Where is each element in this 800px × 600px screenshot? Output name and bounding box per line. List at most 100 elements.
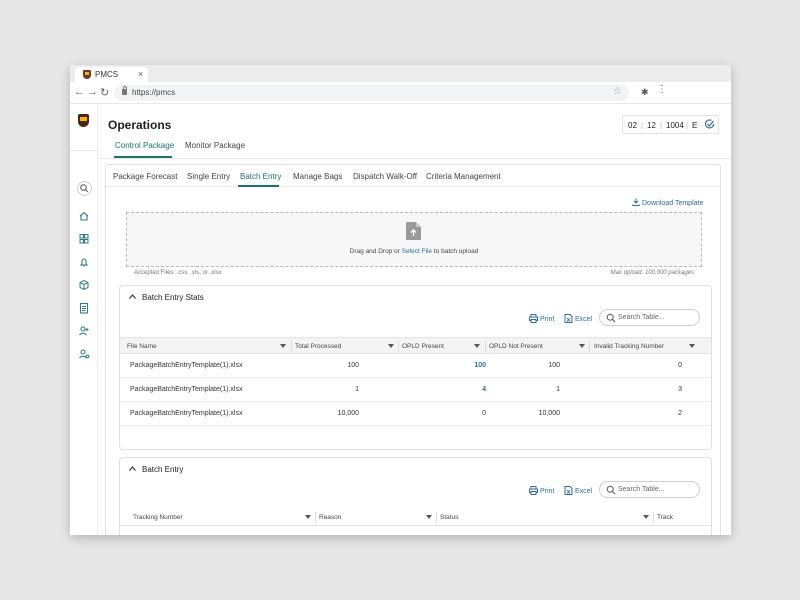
close-tab-icon[interactable]: × — [138, 69, 143, 79]
date-selector[interactable]: 02 | 12 | 1004 | E — [622, 115, 719, 134]
tab-control-package[interactable]: Control Package — [115, 141, 174, 150]
tab-batch-entry[interactable]: Batch Entry — [240, 172, 281, 181]
tab-dispatch-walk-off[interactable]: Dispatch Walk-Off — [353, 172, 417, 181]
cell-opld-present[interactable]: 100 — [474, 362, 486, 369]
tab-monitor-package[interactable]: Monitor Package — [185, 141, 245, 150]
excel-file-icon — [564, 314, 573, 323]
select-file-link[interactable]: Select File — [402, 248, 432, 255]
bookmark-star-icon[interactable]: ☆ — [613, 86, 622, 97]
confirm-check-icon[interactable] — [704, 118, 715, 131]
browser-window: PMCS × ← → ↻ https://pmcs ☆ ✱ ⋮ Operatio… — [70, 65, 731, 535]
browser-menu-icon[interactable]: ⋮ — [657, 85, 667, 95]
search-placeholder: Search Table... — [618, 314, 665, 321]
search-icon — [606, 485, 616, 495]
page-title: Operations — [108, 118, 172, 132]
table-row[interactable]: PackageBatchEntryTemplate(1).xlsx 100 10… — [120, 354, 711, 378]
print-label: Print — [540, 316, 555, 323]
active-subtab-indicator — [238, 185, 279, 187]
browser-toolbar: ← → ↻ https://pmcs ☆ ✱ ⋮ — [70, 82, 731, 104]
cell-opld-present[interactable]: 4 — [482, 386, 486, 393]
ups-favicon-icon — [83, 70, 91, 79]
sort-caret-icon[interactable] — [305, 515, 311, 519]
col-track[interactable]: Track — [657, 514, 673, 521]
chevron-up-icon[interactable] — [129, 466, 136, 471]
batch-entry-stats-section: Batch Entry Stats Print Excel Search Tab… — [119, 285, 712, 450]
bell-icon[interactable] — [76, 255, 92, 269]
browser-tab-title: PMCS — [95, 70, 119, 79]
extensions-icon[interactable]: ✱ — [641, 87, 649, 98]
reload-icon[interactable]: ↻ — [100, 86, 109, 99]
cell-opld-present: 0 — [482, 410, 486, 417]
browser-tabstrip: PMCS × — [70, 65, 731, 82]
sort-caret-icon[interactable] — [579, 344, 585, 348]
col-reason[interactable]: Reason — [319, 514, 341, 521]
cell-invalid-tracking: 2 — [678, 410, 682, 417]
col-tracking-number[interactable]: Tracking Number — [133, 514, 183, 521]
cell-file-name: PackageBatchEntryTemplate(1).xlsx — [130, 362, 243, 369]
table-search-input[interactable]: Search Table... — [599, 481, 700, 498]
arrow-left-icon[interactable]: ← — [74, 86, 85, 98]
tab-single-entry[interactable]: Single Entry — [187, 172, 230, 181]
sort-caret-icon[interactable] — [643, 515, 649, 519]
col-opld-not-present[interactable]: OPLD Not Present — [489, 343, 543, 350]
cell-opld-not-present: 1 — [556, 386, 560, 393]
download-template-link[interactable]: Download Template — [632, 198, 703, 207]
package-icon[interactable] — [76, 278, 92, 292]
print-label: Print — [540, 488, 555, 495]
table-row[interactable]: PackageBatchEntryTemplate(1).xlsx 1 4 1 … — [120, 378, 711, 402]
arrow-right-icon[interactable]: → — [87, 86, 98, 98]
dashboard-icon[interactable] — [76, 232, 92, 246]
browser-tab[interactable]: PMCS × — [75, 67, 148, 82]
date-separator: | — [660, 121, 663, 130]
print-button[interactable]: Print — [529, 486, 554, 495]
col-total-processed[interactable]: Total Processed — [295, 343, 341, 350]
file-upload-icon — [406, 222, 421, 240]
col-file-name[interactable]: File Name — [127, 343, 157, 350]
excel-button[interactable]: Excel — [564, 486, 592, 495]
col-status[interactable]: Status — [440, 514, 458, 521]
download-template-label: Download Template — [642, 200, 704, 207]
sort-caret-icon[interactable] — [426, 515, 432, 519]
app-sidebar — [70, 104, 98, 535]
ups-logo[interactable] — [78, 114, 89, 127]
print-button[interactable]: Print — [529, 314, 554, 323]
tab-manage-bags[interactable]: Manage Bags — [293, 172, 342, 181]
drop-zone-text: Drag and Drop or Select File to batch up… — [127, 248, 701, 255]
excel-label: Excel — [575, 488, 593, 495]
search-icon — [606, 313, 616, 323]
sort-caret-icon[interactable] — [280, 344, 286, 348]
section-title: Batch Entry Stats — [142, 293, 204, 302]
drop-text-prefix: Drag and Drop or — [349, 248, 402, 255]
column-divider — [653, 512, 654, 523]
cell-invalid-tracking: 3 — [678, 386, 682, 393]
address-bar[interactable]: https://pmcs ☆ — [114, 85, 629, 101]
date-separator: | — [686, 121, 689, 130]
printer-icon — [529, 486, 538, 495]
home-icon[interactable] — [76, 209, 92, 223]
url-text: https://pmcs — [132, 88, 176, 97]
cell-total-processed: 10,000 — [337, 410, 359, 417]
file-drop-zone[interactable]: Drag and Drop or Select File to batch up… — [126, 212, 702, 267]
sort-caret-icon[interactable] — [689, 344, 695, 348]
col-invalid-tracking[interactable]: Invalid Tracking Number — [594, 343, 664, 350]
section-title: Batch Entry — [142, 465, 184, 474]
user-settings-icon[interactable] — [76, 347, 92, 361]
accepted-files-note: Accepted Files: .csv, .xls, or .xlsx — [134, 270, 222, 276]
search-icon[interactable] — [77, 181, 92, 196]
sort-caret-icon[interactable] — [474, 344, 480, 348]
table-row[interactable]: PackageBatchEntryTemplate(1).xlsx 10,000… — [120, 402, 711, 426]
add-user-icon[interactable] — [76, 324, 92, 338]
tab-package-forecast[interactable]: Package Forecast — [113, 172, 177, 181]
excel-button[interactable]: Excel — [564, 314, 592, 323]
table-search-input[interactable]: Search Table... — [599, 309, 700, 326]
header-divider — [98, 158, 731, 159]
tab-criteria-management[interactable]: Criteria Management — [426, 172, 501, 181]
clipboard-icon[interactable] — [76, 301, 92, 315]
chevron-up-icon[interactable] — [129, 294, 136, 299]
batch-entry-panel: Package Forecast Single Entry Batch Entr… — [105, 164, 721, 535]
col-opld-present[interactable]: OPLD Present — [402, 343, 444, 350]
cell-file-name: PackageBatchEntryTemplate(1).xlsx — [130, 410, 243, 417]
cell-invalid-tracking: 0 — [678, 362, 682, 369]
search-placeholder: Search Table... — [618, 486, 665, 493]
sort-caret-icon[interactable] — [388, 344, 394, 348]
